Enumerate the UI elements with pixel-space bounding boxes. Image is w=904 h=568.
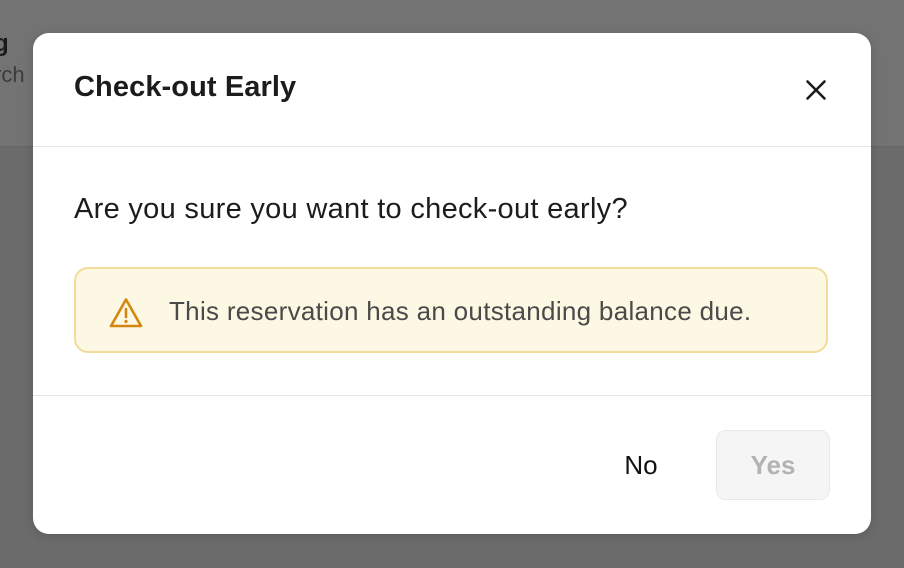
confirmation-question: Are you sure you want to check-out early… [74,193,628,225]
dialog-footer: No Yes [33,396,871,534]
dialog-body: Are you sure you want to check-out early… [33,147,871,396]
no-button[interactable]: No [601,430,681,500]
dialog-title: Check-out Early [74,71,297,103]
dialog-header: Check-out Early [33,33,871,147]
warning-triangle-icon [108,296,144,330]
background-search-fragment: rch [0,62,25,87]
background-title-fragment: g [0,30,9,57]
close-icon [806,80,826,100]
close-button[interactable] [799,73,833,107]
check-out-early-dialog: Check-out Early Are you sure you want to… [33,33,871,534]
warning-banner: This reservation has an outstanding bala… [74,267,828,353]
yes-button[interactable]: Yes [716,430,830,500]
warning-message: This reservation has an outstanding bala… [169,296,752,326]
